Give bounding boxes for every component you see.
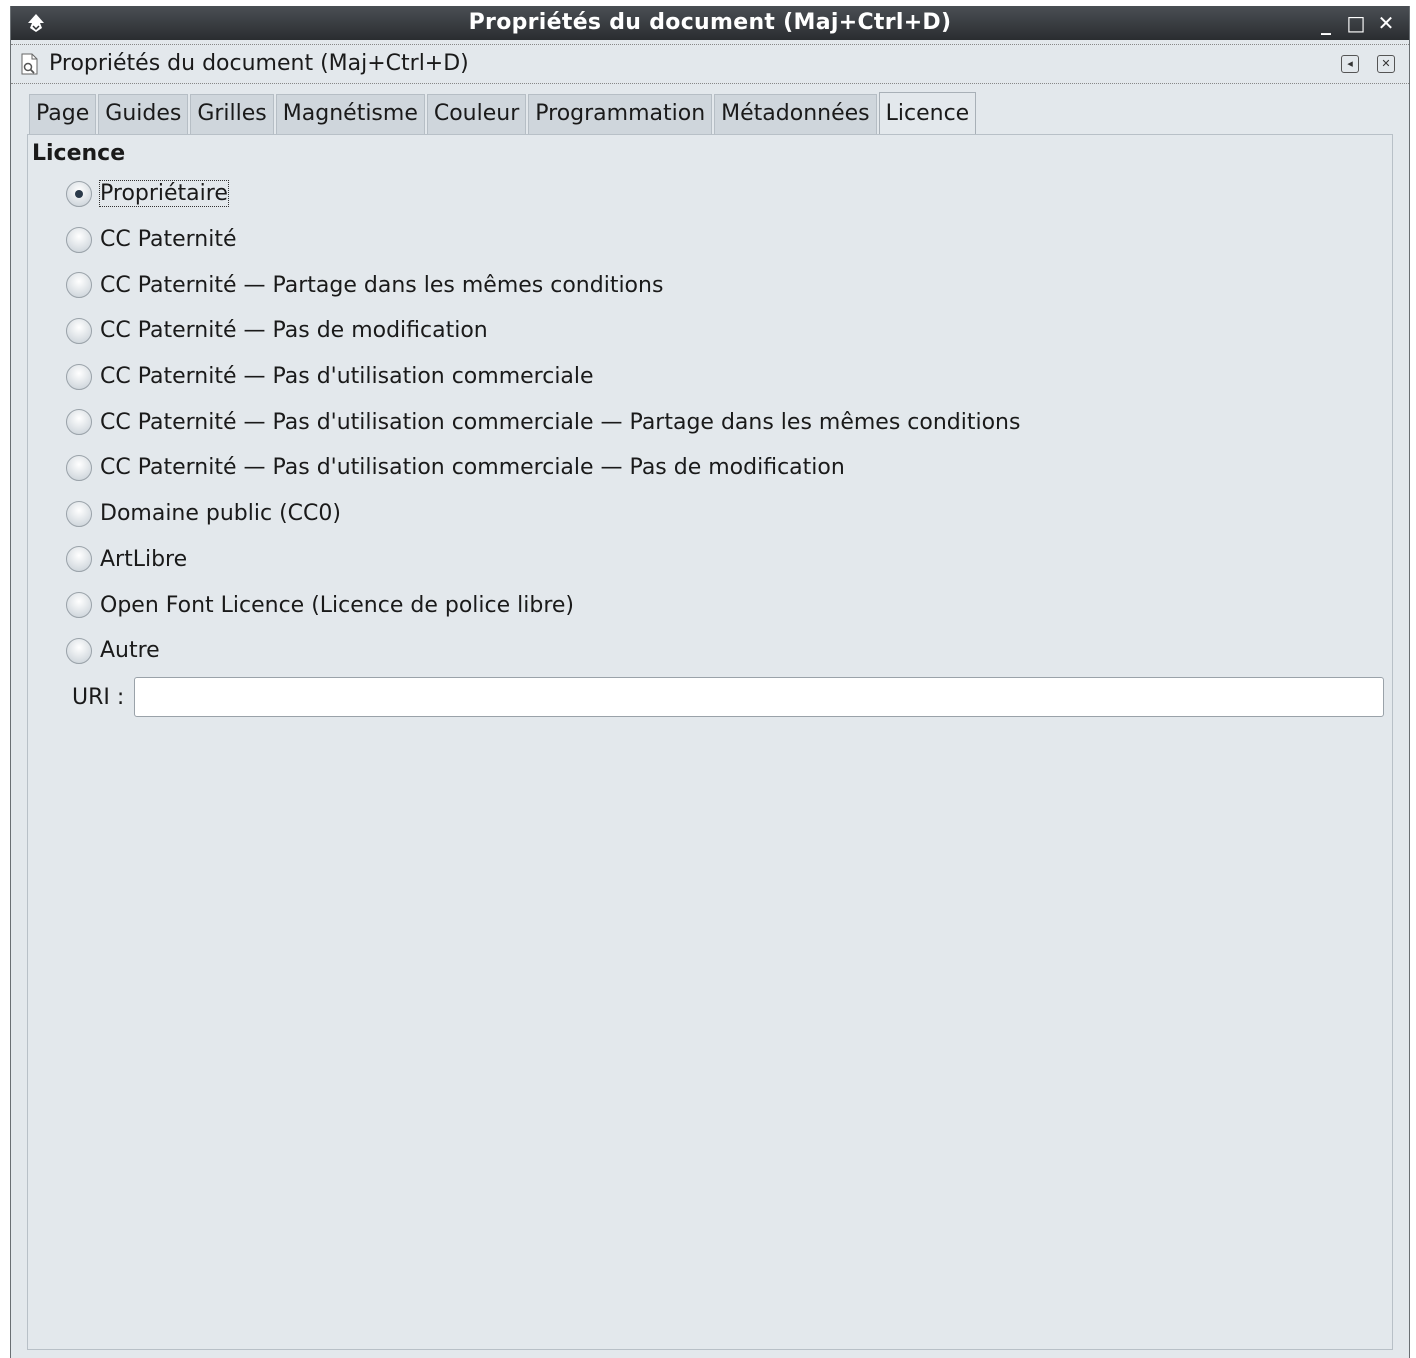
radio-button[interactable] bbox=[66, 637, 92, 664]
radio-label[interactable]: Open Font Licence (Licence de police lib… bbox=[100, 593, 574, 618]
document-properties-window: Propriétés du document (Maj+Ctrl+D) _ □ … bbox=[10, 6, 1410, 1358]
radio-button[interactable] bbox=[66, 272, 92, 299]
tab-programmation[interactable]: Programmation bbox=[528, 94, 713, 134]
licence-panel: Licence Propriétaire CC Paternité CC Pat… bbox=[27, 134, 1393, 1350]
radio-label[interactable]: CC Paternité — Pas d'utilisation commerc… bbox=[100, 455, 845, 480]
licence-radio-group: Propriétaire CC Paternité CC Paternité —… bbox=[66, 171, 1020, 674]
window-titlebar[interactable]: Propriétés du document (Maj+Ctrl+D) _ □ … bbox=[11, 6, 1409, 40]
radio-label[interactable]: ArtLibre bbox=[100, 547, 187, 572]
radio-button[interactable] bbox=[66, 363, 92, 390]
radio-button[interactable] bbox=[66, 546, 92, 573]
radio-button[interactable] bbox=[66, 180, 92, 207]
tab-licence[interactable]: Licence bbox=[878, 92, 977, 134]
licence-option-ofl[interactable]: Open Font Licence (Licence de police lib… bbox=[66, 582, 1020, 628]
tab-grilles[interactable]: Grilles bbox=[190, 94, 274, 134]
dock-header: Propriétés du document (Maj+Ctrl+D) ◂ ✕ bbox=[11, 44, 1409, 84]
licence-option-cc0[interactable]: Domaine public (CC0) bbox=[66, 491, 1020, 537]
licence-option-proprietaire[interactable]: Propriétaire bbox=[66, 171, 1020, 217]
radio-button[interactable] bbox=[66, 317, 92, 344]
window-title: Propriétés du document (Maj+Ctrl+D) bbox=[468, 10, 952, 35]
maximize-button[interactable]: □ bbox=[1345, 8, 1367, 36]
radio-button[interactable] bbox=[66, 226, 92, 253]
licence-option-cc-by[interactable]: CC Paternité bbox=[66, 217, 1020, 263]
licence-option-cc-by-nd[interactable]: CC Paternité — Pas de modification bbox=[66, 308, 1020, 354]
uri-input[interactable] bbox=[134, 677, 1385, 717]
radio-label[interactable]: CC Paternité — Pas d'utilisation commerc… bbox=[100, 364, 594, 389]
licence-option-autre[interactable]: Autre bbox=[66, 628, 1020, 674]
radio-button[interactable] bbox=[66, 500, 92, 527]
close-button[interactable]: ✕ bbox=[1375, 8, 1397, 36]
radio-label[interactable]: Autre bbox=[100, 638, 160, 663]
dock-close-button[interactable]: ✕ bbox=[1377, 55, 1395, 73]
radio-label[interactable]: Propriétaire bbox=[99, 180, 229, 208]
licence-option-cc-by-nc-nd[interactable]: CC Paternité — Pas d'utilisation commerc… bbox=[66, 445, 1020, 491]
radio-label[interactable]: CC Paternité — Pas de modification bbox=[100, 318, 488, 343]
uri-row: URI : bbox=[72, 677, 1385, 717]
licence-section-title: Licence bbox=[32, 141, 126, 166]
licence-option-cc-by-nc-sa[interactable]: CC Paternité — Pas d'utilisation commerc… bbox=[66, 399, 1020, 445]
dock-title: Propriétés du document (Maj+Ctrl+D) bbox=[49, 51, 469, 76]
licence-option-artlibre[interactable]: ArtLibre bbox=[66, 537, 1020, 583]
radio-button[interactable] bbox=[66, 592, 92, 619]
radio-label[interactable]: CC Paternité bbox=[100, 227, 237, 252]
radio-label[interactable]: Domaine public (CC0) bbox=[100, 501, 341, 526]
radio-label[interactable]: CC Paternité — Pas d'utilisation commerc… bbox=[100, 410, 1020, 435]
uri-label: URI : bbox=[72, 684, 125, 710]
licence-option-cc-by-sa[interactable]: CC Paternité — Partage dans les mêmes co… bbox=[66, 262, 1020, 308]
radio-button[interactable] bbox=[66, 409, 92, 436]
tab-guides[interactable]: Guides bbox=[98, 94, 189, 134]
dock-iconify-button[interactable]: ◂ bbox=[1341, 55, 1359, 73]
minimize-button[interactable]: _ bbox=[1315, 8, 1337, 36]
tab-page[interactable]: Page bbox=[29, 94, 97, 134]
radio-button[interactable] bbox=[66, 454, 92, 481]
tab-couleur[interactable]: Couleur bbox=[426, 94, 527, 134]
tab-magnetisme[interactable]: Magnétisme bbox=[275, 94, 425, 134]
radio-label[interactable]: CC Paternité — Partage dans les mêmes co… bbox=[100, 273, 663, 298]
tab-metadonnees[interactable]: Métadonnées bbox=[714, 94, 877, 134]
document-properties-icon bbox=[21, 53, 38, 75]
tab-bar: Page Guides Grilles Magnétisme Couleur P… bbox=[29, 92, 978, 134]
licence-option-cc-by-nc[interactable]: CC Paternité — Pas d'utilisation commerc… bbox=[66, 354, 1020, 400]
